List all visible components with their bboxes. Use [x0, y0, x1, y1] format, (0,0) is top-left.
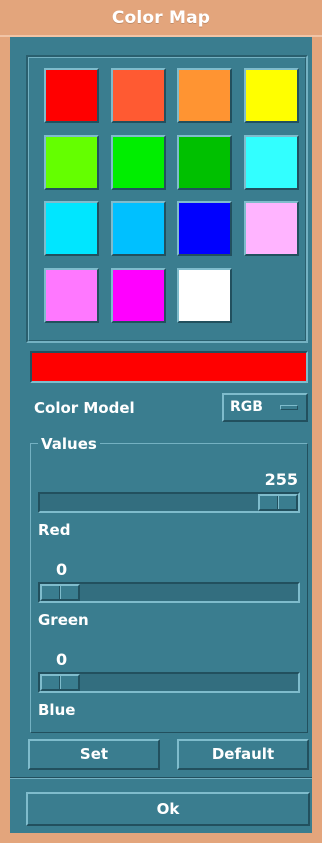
color-swatch-dark-green[interactable] [177, 135, 232, 190]
color-swatch-white[interactable] [177, 268, 232, 323]
color-swatch-pink[interactable] [44, 268, 99, 323]
color-swatch-orange[interactable] [177, 68, 232, 123]
title-bar[interactable]: Color Map [0, 0, 322, 37]
green-slider[interactable] [38, 582, 300, 603]
green-value: 0 [56, 560, 68, 579]
blue-slider-thumb[interactable] [40, 674, 80, 691]
red-slider[interactable] [38, 492, 300, 513]
color-swatch-orange-red[interactable] [111, 68, 166, 123]
color-swatch-yellow-green[interactable] [44, 135, 99, 190]
color-swatch-cyan[interactable] [44, 201, 99, 256]
default-button[interactable]: Default [177, 739, 309, 770]
color-model-select[interactable]: RGB [222, 393, 308, 422]
color-swatch-aqua[interactable] [244, 135, 299, 190]
divider [10, 777, 312, 779]
red-slider-thumb[interactable] [258, 494, 298, 511]
color-swatch-magenta[interactable] [111, 268, 166, 323]
option-menu-indicator-icon [280, 405, 298, 410]
color-swatch-light-pink[interactable] [244, 201, 299, 256]
red-value: 255 [264, 470, 298, 489]
green-slider-thumb[interactable] [40, 584, 80, 601]
blue-label: Blue [38, 701, 76, 719]
window-title: Color Map [111, 8, 211, 28]
blue-value: 0 [56, 650, 68, 669]
ok-button[interactable]: Ok [26, 792, 310, 826]
current-color-preview [30, 351, 308, 383]
color-model-value: RGB [230, 399, 263, 415]
set-button[interactable]: Set [28, 739, 160, 770]
color-swatch-yellow[interactable] [244, 68, 299, 123]
color-swatch-blue[interactable] [177, 201, 232, 256]
blue-slider[interactable] [38, 672, 300, 693]
green-label: Green [38, 611, 89, 629]
color-swatch-sky-blue[interactable] [111, 201, 166, 256]
color-swatch-red[interactable] [44, 68, 99, 123]
values-title: Values [38, 435, 100, 453]
red-label: Red [38, 521, 71, 539]
color-model-label: Color Model [34, 399, 135, 417]
color-swatch-green[interactable] [111, 135, 166, 190]
